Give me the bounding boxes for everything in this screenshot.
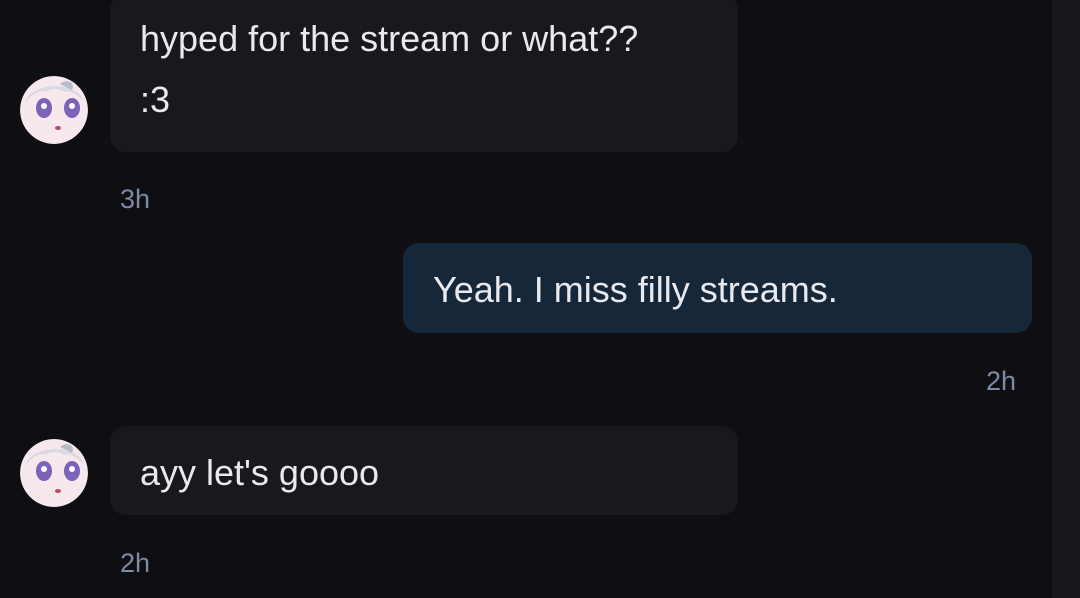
message-bubble-incoming[interactable]: ayy let's goooo xyxy=(110,426,738,515)
message-timestamp: 2h xyxy=(120,548,151,578)
scroll-rail[interactable] xyxy=(1052,0,1080,598)
message-text: Yeah. I miss filly streams. xyxy=(433,269,838,310)
contact-avatar[interactable] xyxy=(20,439,88,507)
anime-girl-avatar-icon xyxy=(20,439,88,507)
contact-avatar[interactable] xyxy=(20,76,88,144)
message-timestamp: 3h xyxy=(120,184,151,214)
message-bubble-incoming[interactable]: hyped for the stream or what?? :3 xyxy=(110,0,738,152)
anime-girl-avatar-icon xyxy=(20,76,88,144)
message-timestamp: 2h xyxy=(986,366,1017,396)
message-text: hyped for the stream or what?? xyxy=(140,18,639,59)
chat-thread: hyped for the stream or what?? :3 3h Yea… xyxy=(0,0,1052,598)
message-text: ayy let's goooo xyxy=(140,452,380,493)
message-text: :3 xyxy=(140,78,171,120)
message-bubble-outgoing[interactable]: Yeah. I miss filly streams. xyxy=(403,243,1032,333)
